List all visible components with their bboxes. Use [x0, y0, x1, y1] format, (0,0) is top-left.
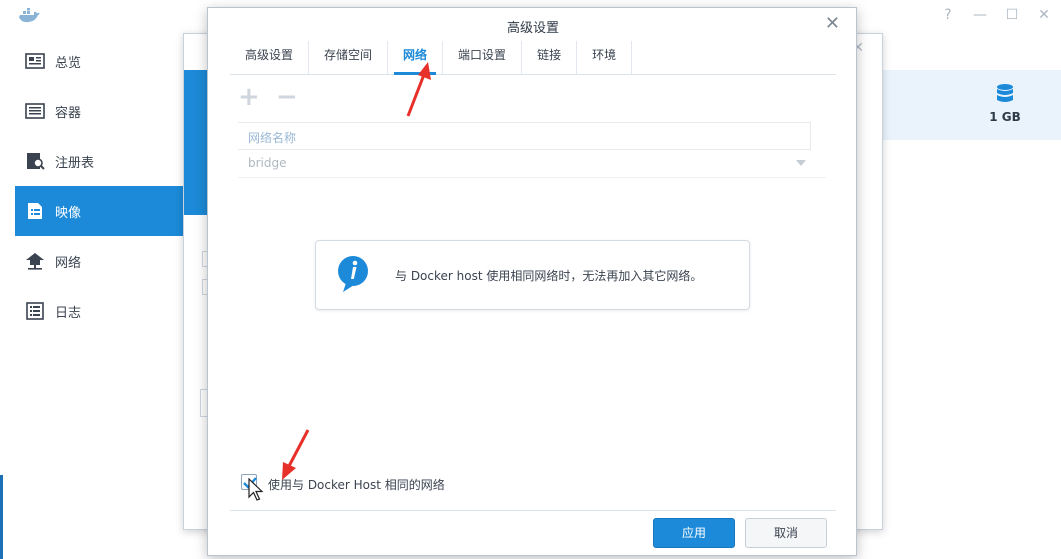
- sidebar-item-label: 注册表: [55, 155, 95, 171]
- sidebar: 总览 容器 注册表 映像 网络 日志: [0, 34, 183, 559]
- info-message-text: 与 Docker host 使用相同网络时，无法再加入其它网络。: [395, 269, 703, 283]
- tab-links[interactable]: 链接: [522, 41, 578, 74]
- sidebar-item-overview[interactable]: 总览: [15, 36, 183, 86]
- footer-divider: [230, 510, 836, 511]
- chevron-down-icon: [796, 160, 806, 166]
- sidebar-item-container[interactable]: 容器: [15, 86, 183, 136]
- annotation-arrow-icon: [406, 62, 431, 117]
- close-icon[interactable]: ✕: [1037, 7, 1051, 23]
- sidebar-item-label: 映像: [55, 205, 82, 221]
- log-icon: [25, 302, 45, 320]
- tab-advanced[interactable]: 高级设置: [230, 41, 310, 74]
- registry-icon: [25, 152, 45, 170]
- table-row: bridge: [238, 150, 826, 178]
- info-icon: [338, 256, 368, 292]
- dialog-title: 高级设置: [506, 21, 559, 36]
- sidebar-item-label: 网络: [55, 255, 82, 271]
- minimize-icon[interactable]: —: [973, 7, 987, 23]
- info-message-box: 与 Docker host 使用相同网络时，无法再加入其它网络。: [315, 240, 750, 310]
- network-icon: [25, 252, 45, 270]
- sidebar-item-label: 日志: [55, 305, 82, 321]
- mouse-cursor-icon: [248, 478, 264, 501]
- tab-bar: 高级设置 存储空间 网络 端口设置 链接 环境: [230, 41, 836, 75]
- advanced-settings-dialog: 高级设置 ✕ 高级设置 存储空间 网络 端口设置 链接 环境 + − 网络名称 …: [207, 7, 857, 556]
- sidebar-item-label: 总览: [55, 55, 82, 71]
- add-network-icon[interactable]: +: [238, 84, 260, 110]
- background-dialog-header: [184, 70, 208, 215]
- network-select-value: bridge: [248, 156, 287, 170]
- image-icon: [25, 202, 45, 220]
- network-grid-header: 网络名称: [238, 122, 811, 150]
- sidebar-item-network[interactable]: 网络: [15, 236, 183, 286]
- docker-logo-icon: [19, 8, 40, 23]
- help-icon[interactable]: ?: [941, 7, 955, 23]
- dialog-close-icon[interactable]: ✕: [825, 15, 840, 33]
- container-icon: [25, 102, 45, 120]
- sidebar-item-label: 容器: [55, 105, 82, 121]
- tab-environment[interactable]: 环境: [577, 41, 633, 74]
- overview-icon: [25, 52, 45, 70]
- tab-storage[interactable]: 存储空间: [309, 41, 389, 74]
- sidebar-item-log[interactable]: 日志: [15, 286, 183, 336]
- sidebar-item-image[interactable]: 映像: [15, 186, 183, 236]
- database-icon: [997, 84, 1013, 102]
- cancel-button[interactable]: 取消: [745, 518, 827, 548]
- remove-network-icon[interactable]: −: [276, 84, 298, 110]
- apply-button[interactable]: 应用: [653, 518, 735, 548]
- sidebar-item-registry[interactable]: 注册表: [15, 136, 183, 186]
- maximize-icon[interactable]: ☐: [1005, 7, 1019, 23]
- annotation-arrow-icon: [282, 429, 310, 480]
- tab-port[interactable]: 端口设置: [443, 41, 523, 74]
- taskbar-edge: [0, 475, 3, 559]
- column-header-network-name: 网络名称: [248, 131, 297, 145]
- storage-size: 1 GB: [989, 110, 1021, 124]
